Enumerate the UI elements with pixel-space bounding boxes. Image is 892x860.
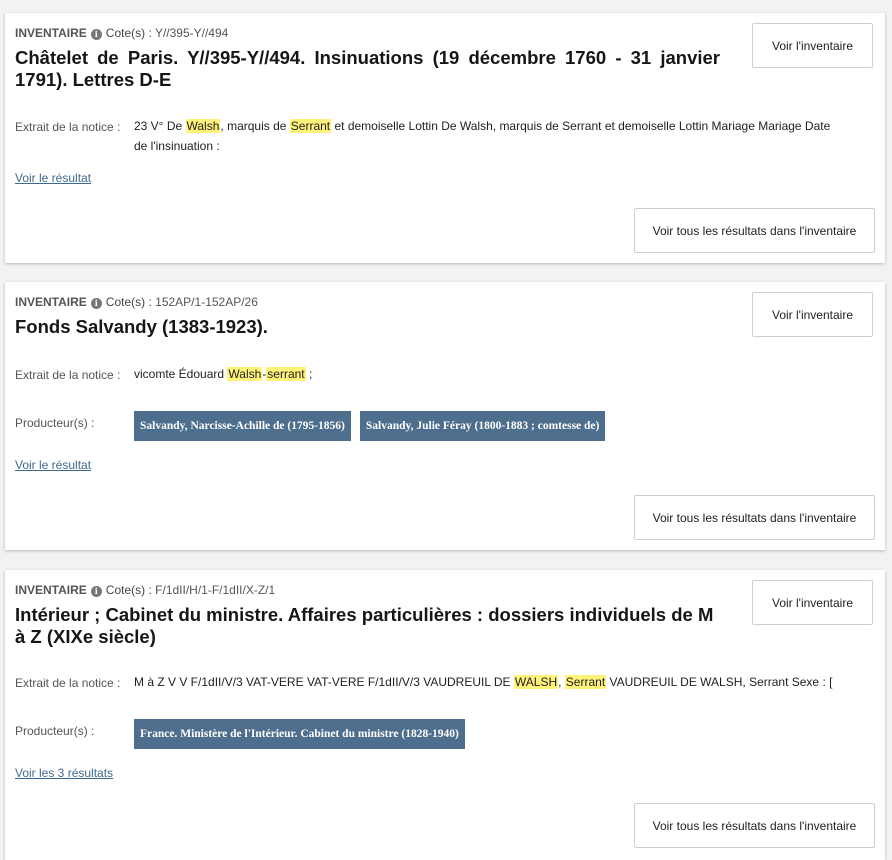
highlight-term: WALSH	[513, 675, 559, 689]
extrait-label: Extrait de la notice :	[15, 368, 121, 382]
info-circle-icon[interactable]: i	[90, 298, 102, 309]
producteur-tag[interactable]: France. Ministère de l'Intérieur. Cabine…	[134, 719, 465, 749]
highlight-term: Serrant	[564, 675, 607, 689]
producteurs-list: Salvandy, Narcisse-Achille de (1795-1856…	[134, 411, 606, 441]
voir-inventaire-button[interactable]: Voir l'inventaire	[752, 292, 873, 337]
voir-resultats-link[interactable]: Voir les 3 résultats	[15, 766, 113, 780]
highlight-term: Serrant	[289, 119, 332, 133]
result-card: INVENTAIRE i Cote(s) : F/1dII/H/1-F/1dII/X…	[5, 570, 885, 860]
producteur-tag[interactable]: Salvandy, Julie Féray (1800-1883 ; comte…	[359, 411, 606, 441]
result-meta: INVENTAIRE i Cote(s) : 152AP/1-152AP/26	[15, 295, 258, 309]
result-type: INVENTAIRE	[15, 583, 87, 597]
highlight-term: Walsh	[227, 367, 263, 381]
producteurs-label: Producteur(s) :	[15, 416, 95, 430]
info-circle-icon[interactable]: i	[90, 586, 102, 597]
extrait-text: 23 V° De Walsh, marquis de Serrant et de…	[134, 119, 831, 153]
voir-inventaire-button[interactable]: Voir l'inventaire	[752, 580, 873, 625]
extrait-label: Extrait de la notice :	[15, 120, 121, 134]
result-type: INVENTAIRE	[15, 295, 87, 309]
highlight-term: serrant	[266, 367, 306, 381]
voir-resultat-link[interactable]: Voir le résultat	[15, 458, 91, 472]
info-circle-icon[interactable]: i	[90, 29, 102, 40]
producteurs-label: Producteur(s) :	[15, 724, 95, 738]
result-meta: INVENTAIRE i Cote(s) : F/1dII/H/1-F/1dII/X…	[15, 583, 275, 597]
cote-label: Cote(s) :	[105, 583, 152, 597]
extrait-text: vicomte Édouard Walsh-serrant ;	[134, 367, 313, 381]
result-card: INVENTAIRE i Cote(s) : 152AP/1-152AP/26 Fo…	[5, 282, 885, 550]
voir-inventaire-button[interactable]: Voir l'inventaire	[752, 23, 873, 68]
extrait-text: M à Z V V F/1dII/V/3 VAT-VERE VAT-VERE F…	[134, 675, 833, 689]
result-title[interactable]: Châtelet de Paris. Y//395-Y//494. Insinu…	[15, 47, 720, 91]
cote-value: F/1dII/H/1-F/1dII/X-Z/1	[155, 583, 276, 597]
result-type: INVENTAIRE	[15, 26, 87, 40]
voir-tous-resultats-button[interactable]: Voir tous les résultats dans l'inventair…	[634, 803, 875, 848]
result-title[interactable]: Fonds Salvandy (1383-1923).	[15, 316, 720, 338]
result-title[interactable]: Intérieur ; Cabinet du ministre. Affaire…	[15, 604, 720, 648]
extrait-label: Extrait de la notice :	[15, 676, 121, 690]
result-card: INVENTAIRE i Cote(s) : Y//395-Y//494 Châte…	[5, 13, 885, 263]
voir-tous-resultats-button[interactable]: Voir tous les résultats dans l'inventair…	[634, 208, 875, 253]
highlight-term: Walsh	[185, 119, 221, 133]
cote-label: Cote(s) :	[105, 295, 152, 309]
producteurs-list: France. Ministère de l'Intérieur. Cabine…	[134, 719, 465, 749]
voir-resultat-link[interactable]: Voir le résultat	[15, 171, 91, 185]
cote-label: Cote(s) :	[105, 26, 152, 40]
voir-tous-resultats-button[interactable]: Voir tous les résultats dans l'inventair…	[634, 495, 875, 540]
cote-value: Y//395-Y//494	[154, 26, 229, 40]
cote-value: 152AP/1-152AP/26	[155, 295, 258, 309]
result-meta: INVENTAIRE i Cote(s) : Y//395-Y//494	[15, 26, 228, 40]
producteur-tag[interactable]: Salvandy, Narcisse-Achille de (1795-1856…	[134, 411, 351, 441]
